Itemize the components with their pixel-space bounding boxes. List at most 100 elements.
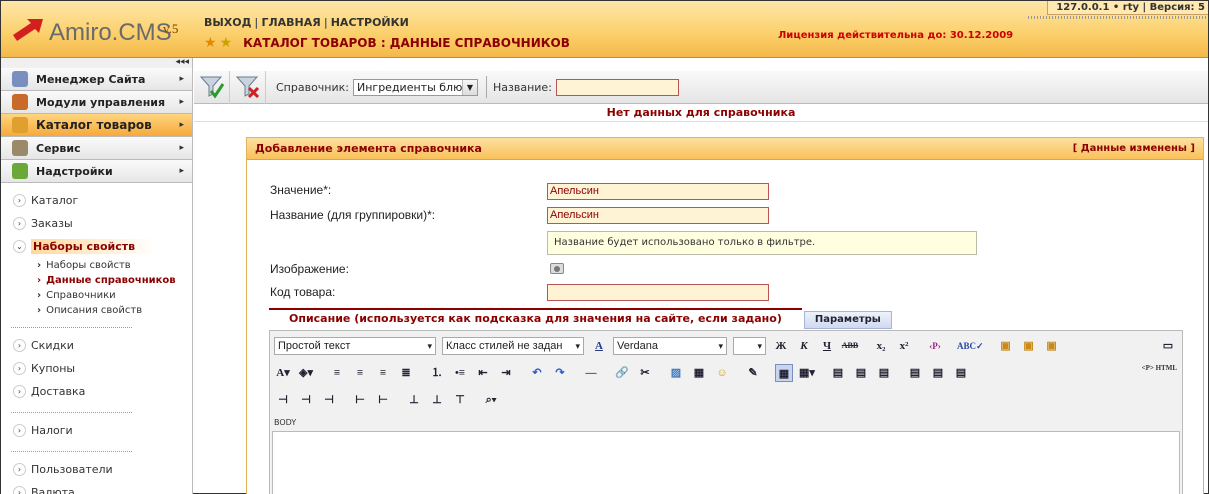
favorites-list-star-icon[interactable]: ★ [220,36,233,50]
bold-icon[interactable]: Ж [772,337,790,355]
ordered-list-icon[interactable]: ⒈ [428,364,446,382]
delete-row-icon[interactable]: ⊣ [320,391,338,409]
insert-col-before-icon[interactable]: ⊢ [351,391,369,409]
undo-icon[interactable]: ↶ [528,364,546,382]
smiley-icon[interactable]: ☺ [713,364,731,382]
subscript-icon[interactable]: x₂ [872,337,890,355]
tree-item-delivery[interactable]: › Доставка [1,380,192,403]
style-class-select[interactable]: Класс стилей не задан [442,337,584,355]
spellcheck-icon[interactable]: ABC✓ [957,337,984,355]
value-input[interactable]: Апельсин [547,183,769,200]
insert-row-after-icon[interactable]: ⊣ [297,391,315,409]
table-align-middle-icon[interactable]: ▤ [852,364,870,382]
product-code-input[interactable] [547,284,769,301]
font-size-select[interactable] [733,337,766,355]
table-align-bottom-icon[interactable]: ▤ [875,364,893,382]
sidebar-item-site-manager[interactable]: Менеджер Сайта ▸ [1,68,192,91]
sidebar-item-modules[interactable]: Модули управления ▸ [1,91,192,114]
favorite-star-icon[interactable]: ★ [204,36,217,50]
tree-item-orders[interactable]: › Заказы [1,212,192,235]
tree-item-catalog[interactable]: › Каталог [1,189,192,212]
underline-icon[interactable]: Ч [818,337,836,355]
tree-item-taxes[interactable]: › Налоги [1,419,192,442]
align-justify-icon[interactable]: ≣ [397,364,415,382]
special-char-icon[interactable]: ▦ [690,364,708,382]
subitem-property-descriptions[interactable]: Описания свойств [37,303,192,318]
split-cells-icon[interactable]: ⊥ [405,391,423,409]
table-align-top-icon[interactable]: ▤ [829,364,847,382]
sidebar-item-catalog[interactable]: Каталог товаров ▸ [1,114,192,137]
table-grid-icon[interactable]: ▦ [775,364,793,382]
insert-table-icon[interactable]: ▦▾ [798,364,816,382]
paste-icon[interactable]: ▣ [1043,337,1061,355]
apply-filter-button[interactable] [194,70,230,104]
insert-row-before-icon[interactable]: ⊣ [274,391,292,409]
nav-home-link[interactable]: ГЛАВНАЯ [261,16,320,29]
horizontal-rule-icon[interactable]: — [582,364,600,382]
catalog-tree: › Каталог › Заказы ⌄ Наборы свойств Наборы … [1,183,192,494]
expand-icon: › [13,217,26,230]
insert-image-icon[interactable]: ▨ [667,364,685,382]
font-color-icon[interactable]: A▾ [274,364,292,382]
tab-description[interactable]: Описание (используется как подсказка для… [269,308,802,329]
editor-content-area[interactable] [272,431,1180,494]
app-header: Amiro.CMS v.5 ВЫХОД | ГЛАВНАЯ | НАСТРОЙКИ ★ … [1,1,1208,58]
group-name-input[interactable]: Апельсин [547,207,769,224]
reset-filter-button[interactable] [230,70,266,104]
tree-item-property-sets[interactable]: ⌄ Наборы свойств [1,235,192,258]
font-style-icon[interactable]: A [590,337,608,355]
cell-align-right-icon[interactable]: ▤ [952,364,970,382]
logo-arrow-icon [13,19,43,41]
strikethrough-icon[interactable]: ABB [841,337,859,355]
indent-icon[interactable]: ⇥ [497,364,515,382]
align-center-icon[interactable]: ≡ [351,364,369,382]
maximize-icon[interactable]: ▭ [1159,337,1177,355]
tree-item-coupons[interactable]: › Купоны [1,357,192,380]
dictionary-select[interactable]: Ингредиенты блюд ▼ [353,78,478,96]
paste-text-icon[interactable]: ▣ [997,337,1015,355]
paste-word-icon[interactable]: ▣ [1020,337,1038,355]
tree-item-discounts[interactable]: › Скидки [1,334,192,357]
insert-link-icon[interactable]: 🔗 [613,364,631,382]
subitem-dictionaries[interactable]: Справочники [37,288,192,303]
subitem-dictionary-data[interactable]: Данные справочников [37,273,192,288]
nav-settings-link[interactable]: НАСТРОЙКИ [331,16,409,29]
italic-icon[interactable]: К [795,337,813,355]
highlight-color-icon[interactable]: ◈▾ [297,364,315,382]
tree-item-currency[interactable]: › Валюта [1,481,192,494]
sidebar: ◂◂◂ Менеджер Сайта ▸ Модули управления ▸… [1,58,193,494]
font-family-select[interactable]: Verdana [613,337,727,355]
subitem-property-sets[interactable]: Наборы свойств [37,258,192,273]
collapse-icon: ⌄ [13,240,26,253]
tab-parameters[interactable]: Параметры [803,311,892,329]
cell-align-center-icon[interactable]: ▤ [929,364,947,382]
find-replace-icon[interactable]: ⌕▾ [482,391,500,409]
redo-icon[interactable]: ↷ [551,364,569,382]
name-filter-input[interactable] [555,78,679,96]
format-select[interactable]: Простой текст [274,337,436,355]
camera-icon[interactable] [550,263,564,274]
superscript-icon[interactable]: x² [895,337,913,355]
merge-cells-icon[interactable]: ⊥ [428,391,446,409]
sidebar-collapse-icon[interactable]: ◂◂◂ [1,58,192,68]
unordered-list-icon[interactable]: •≡ [451,364,469,382]
cell-align-left-icon[interactable]: ▤ [906,364,924,382]
align-left-icon[interactable]: ≡ [328,364,346,382]
delete-col-icon[interactable]: ⊤ [451,391,469,409]
outdent-icon[interactable]: ⇤ [474,364,492,382]
sidebar-item-addons[interactable]: Надстройки ▸ [1,160,192,183]
expand-icon: › [13,339,26,352]
insert-col-after-icon[interactable]: ⊢ [374,391,392,409]
header-stripe [1028,16,1208,19]
html-source-icon[interactable]: <P> HTML [1142,364,1177,382]
unlink-icon[interactable]: ✂ [636,364,654,382]
panel-title-bar: Добавление элемента справочника [ Данные… [247,138,1203,160]
sidebar-item-service[interactable]: Сервис ▸ [1,137,192,160]
edit-style-icon[interactable]: ✎ [744,364,762,382]
body-path-label: BODY [274,418,297,427]
nav-logout-link[interactable]: ВЫХОД [204,16,251,29]
align-right-icon[interactable]: ≡ [374,364,392,382]
paragraph-tag-icon[interactable]: ‹P› [926,337,944,355]
tree-item-users[interactable]: › Пользователи [1,458,192,481]
expand-icon: › [13,486,26,494]
